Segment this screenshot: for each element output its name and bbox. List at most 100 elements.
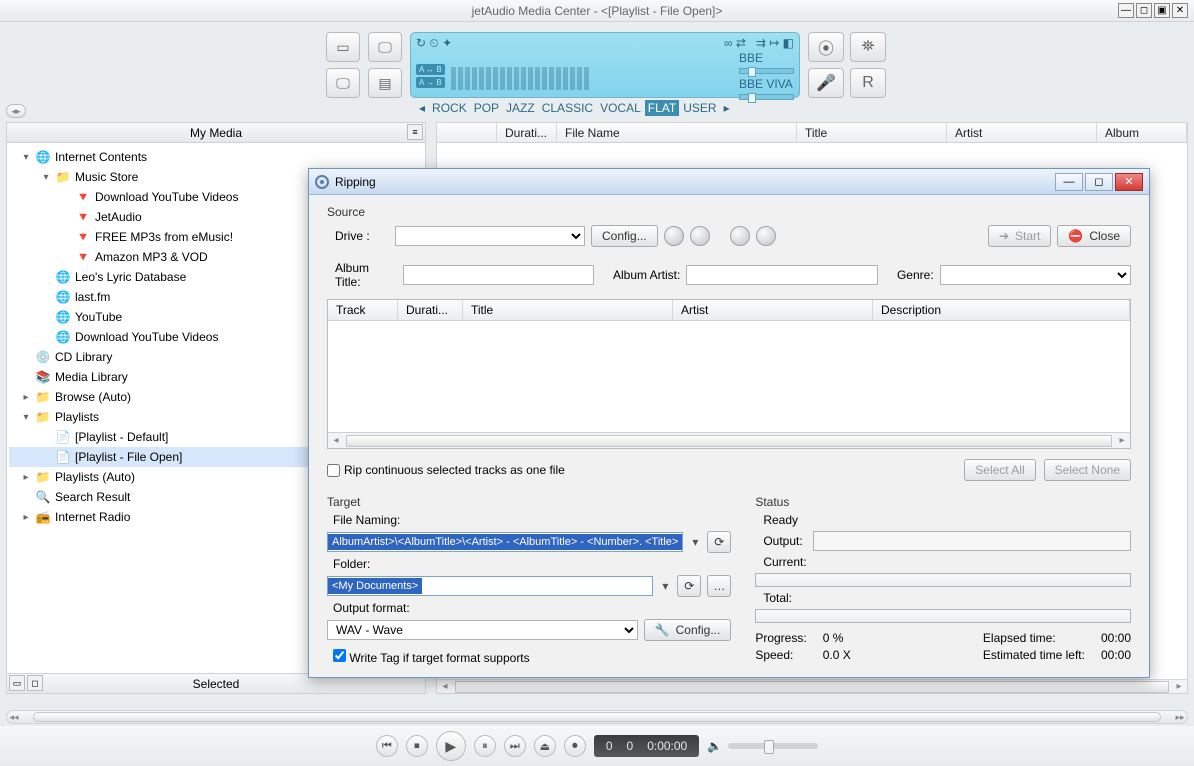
- album-title-input[interactable]: [403, 265, 594, 285]
- start-button[interactable]: ➔Start: [988, 225, 1051, 247]
- burn-button[interactable]: ⛯: [850, 32, 886, 62]
- dialog-close[interactable]: ✕: [1115, 173, 1143, 191]
- track-table-header[interactable]: Track Durati... Title Artist Description: [328, 300, 1130, 321]
- rip-continuous-checkbox[interactable]: Rip continuous selected tracks as one fi…: [327, 463, 565, 477]
- preset-flat[interactable]: FLAT: [645, 100, 679, 116]
- top-toolbar: ▭ 🖵 🖵 ▤ ↻ ⏲ ✦ ∞ ⇄ ⇉ ↦ ◧ A ↔ B A → B BBE …: [0, 22, 1194, 104]
- file-naming-combo[interactable]: AlbumArtist>\<AlbumTitle>\<Artist> - <Al…: [327, 532, 683, 552]
- album-artist-label: Album Artist:: [600, 268, 680, 282]
- tool-circle-2[interactable]: [756, 226, 776, 246]
- restore-button[interactable]: ▣: [1154, 3, 1170, 18]
- refresh-circle-2[interactable]: [690, 226, 710, 246]
- lcd-indicators-right: ∞ ⇄ ⇉ ↦ ◧: [724, 36, 794, 51]
- preset-pop[interactable]: POP: [471, 100, 502, 116]
- source-group-label: Source: [327, 205, 1131, 219]
- track-table-body[interactable]: [328, 321, 1130, 432]
- total-label: Total:: [755, 591, 1131, 605]
- close-rip-button[interactable]: ⛔Close: [1057, 225, 1131, 247]
- folder-refresh[interactable]: ⟳: [677, 575, 701, 597]
- sidebar-toggle[interactable]: ◂▸: [6, 104, 26, 118]
- equalizer-bars: [451, 62, 733, 90]
- folder-browse[interactable]: …: [707, 575, 731, 597]
- playlist-columns[interactable]: Durati... File Name Title Artist Album: [437, 123, 1187, 143]
- sidebar-header-menu[interactable]: ≡: [407, 124, 423, 140]
- record-button[interactable]: ⏺: [564, 735, 586, 757]
- tree-item-0[interactable]: ▾🌐Internet Contents: [9, 147, 423, 167]
- eject-button[interactable]: ⏏: [534, 735, 556, 757]
- drive-config-button[interactable]: Config...: [591, 225, 658, 247]
- col-duration[interactable]: Durati...: [497, 123, 557, 142]
- disc-button[interactable]: ⦿: [808, 32, 844, 62]
- view-mode-3-button[interactable]: 🖵: [326, 68, 360, 98]
- col-filename[interactable]: File Name: [557, 123, 797, 142]
- stop-button[interactable]: ⏹: [406, 735, 428, 757]
- next-button[interactable]: ⏭: [504, 735, 526, 757]
- tool-circle-1[interactable]: [730, 226, 750, 246]
- bbe-label-2: BBE VIVA: [739, 77, 794, 91]
- dialog-titlebar[interactable]: Ripping — ◻ ✕: [309, 169, 1149, 195]
- speed-label: Speed:: [755, 648, 806, 662]
- genre-select[interactable]: [940, 265, 1131, 285]
- status-ready: Ready: [755, 513, 1131, 527]
- target-group-label: Target: [327, 495, 731, 509]
- col-artist[interactable]: Artist: [947, 123, 1097, 142]
- col-artist2[interactable]: Artist: [673, 300, 873, 320]
- rip-button[interactable]: R: [850, 68, 886, 98]
- total-progress: [755, 609, 1131, 623]
- preset-rock[interactable]: ROCK: [429, 100, 470, 116]
- output-format-select[interactable]: WAV - Wave: [327, 620, 638, 640]
- window-title: jetAudio Media Center - <[Playlist - Fil…: [472, 4, 723, 18]
- maximize-button[interactable]: ◻: [1136, 3, 1152, 18]
- volume-icon: 🔈: [707, 739, 722, 753]
- drive-select[interactable]: [395, 226, 585, 246]
- refresh-circle-1[interactable]: [664, 226, 684, 246]
- bbe-slider-1[interactable]: [739, 68, 794, 74]
- pause-button[interactable]: ⏸: [474, 735, 496, 757]
- play-button[interactable]: ▶: [436, 731, 466, 761]
- ripping-dialog: Ripping — ◻ ✕ Source Drive : Config... ➔…: [308, 168, 1150, 678]
- prev-button[interactable]: ⏮: [376, 735, 398, 757]
- preset-classic[interactable]: CLASSIC: [539, 100, 596, 116]
- genre-label: Genre:: [884, 268, 934, 282]
- album-artist-input[interactable]: [686, 265, 877, 285]
- lcd-ab-badge-1[interactable]: A ↔ B: [416, 64, 445, 75]
- file-naming-refresh[interactable]: ⟳: [707, 531, 731, 553]
- selected-btn-2[interactable]: ◻: [27, 675, 43, 691]
- time-display: 0 0 0:00:00: [594, 735, 699, 757]
- folder-combo[interactable]: <My Documents>: [327, 576, 653, 596]
- track-table-scroll[interactable]: ◂▸: [328, 432, 1130, 448]
- dialog-maximize[interactable]: ◻: [1085, 173, 1113, 191]
- bbe-slider-2[interactable]: [739, 94, 794, 100]
- col-desc[interactable]: Description: [873, 300, 1130, 320]
- volume-control[interactable]: 🔈: [707, 739, 818, 753]
- col-dur[interactable]: Durati...: [398, 300, 463, 320]
- lcd-ab-badge-2[interactable]: A → B: [416, 77, 445, 88]
- preset-vocal[interactable]: VOCAL: [597, 100, 644, 116]
- progress-label: Progress:: [755, 631, 806, 645]
- view-mode-4-button[interactable]: ▤: [368, 68, 402, 98]
- view-mode-2-button[interactable]: 🖵: [368, 32, 402, 62]
- mic-button[interactable]: 🎤: [808, 68, 844, 98]
- selected-btn-1[interactable]: ▭: [9, 675, 25, 691]
- preset-jazz[interactable]: JAZZ: [503, 100, 538, 116]
- close-button[interactable]: ✕: [1172, 3, 1188, 18]
- format-config-button[interactable]: 🔧 Config...: [644, 619, 732, 641]
- album-title-label: Album Title:: [327, 261, 397, 289]
- col-track[interactable]: Track: [328, 300, 398, 320]
- minimize-button[interactable]: —: [1118, 3, 1134, 18]
- playlist-hscroll[interactable]: ◂▸: [437, 679, 1187, 693]
- volume-slider[interactable]: [728, 743, 818, 749]
- col-album[interactable]: Album: [1097, 123, 1187, 142]
- progress-value: 0 %: [823, 631, 967, 645]
- dialog-minimize[interactable]: —: [1055, 173, 1083, 191]
- write-tag-checkbox[interactable]: Write Tag if target format supports: [327, 649, 731, 665]
- col-title2[interactable]: Title: [463, 300, 673, 320]
- select-none-button[interactable]: Select None: [1044, 459, 1131, 481]
- preset-user[interactable]: USER: [680, 100, 719, 116]
- outer-hscroll[interactable]: ◂◂ ▸▸: [6, 710, 1188, 724]
- select-all-button[interactable]: Select All: [964, 459, 1035, 481]
- current-progress: [755, 573, 1131, 587]
- view-mode-1-button[interactable]: ▭: [326, 32, 360, 62]
- elapsed-value: 00:00: [1101, 631, 1131, 645]
- col-title[interactable]: Title: [797, 123, 947, 142]
